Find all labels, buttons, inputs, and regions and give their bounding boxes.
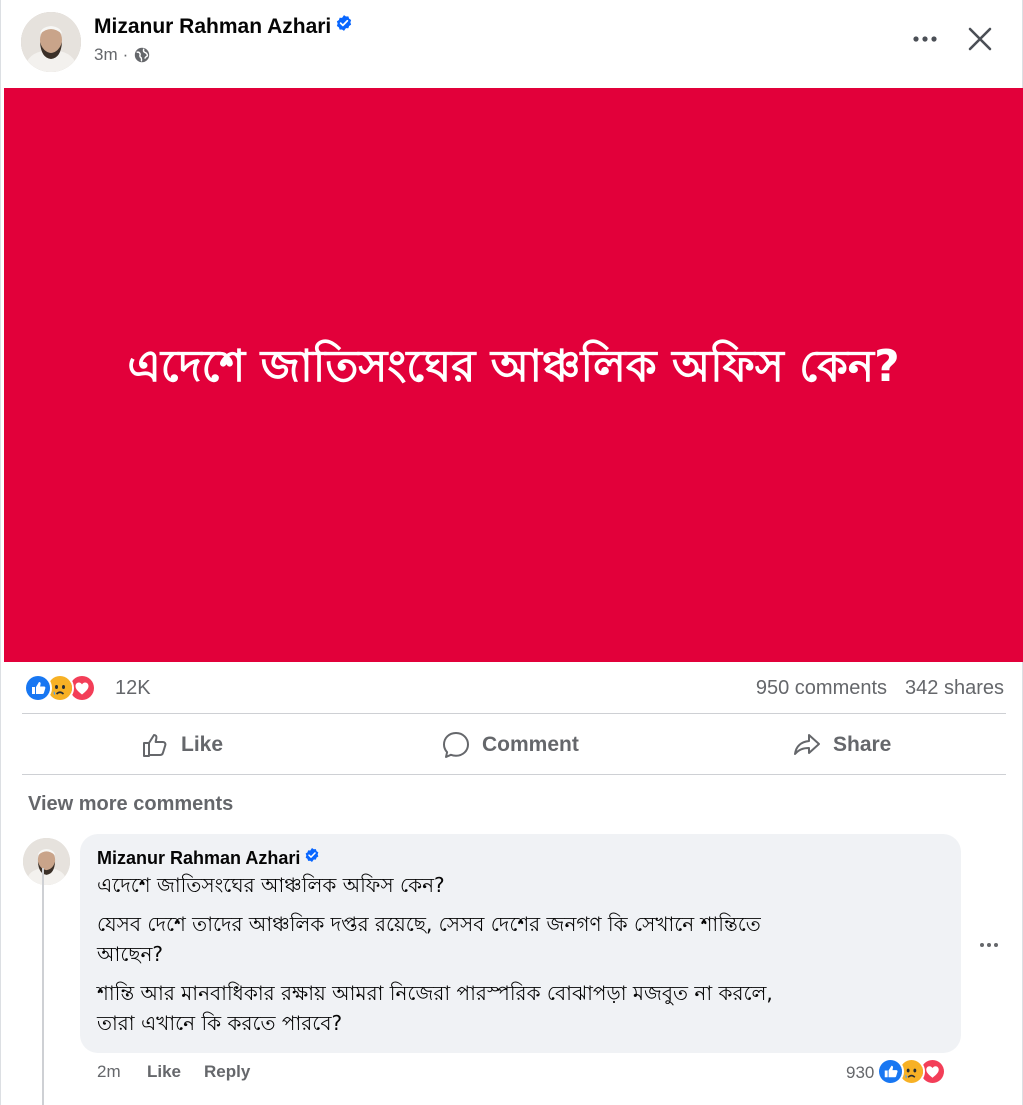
divider (22, 774, 1006, 775)
comment-button[interactable]: Comment (440, 724, 579, 766)
comment-like-button[interactable]: Like (147, 1062, 181, 1082)
thumbs-up-icon (143, 734, 167, 757)
author-avatar[interactable] (21, 12, 81, 72)
like-icon (877, 1058, 904, 1085)
verified-badge-icon (306, 848, 319, 862)
post-meta: 3m · (94, 45, 151, 65)
share-arrow-icon (794, 734, 820, 755)
comment-bubble: Mizanur Rahman Azhari এদেশে জাতিসংঘের আঞ… (80, 834, 961, 1053)
verified-badge-icon (337, 15, 352, 31)
reaction-count[interactable]: 12K (115, 677, 151, 700)
like-icon (24, 674, 52, 702)
thread-line (42, 868, 44, 1105)
comment-text-line: আছেন? (97, 942, 164, 966)
comment-author-avatar[interactable] (23, 838, 70, 885)
comment-text-line: এদেশে জাতিসংঘের আঞ্চলিক অফিস কেন? (97, 873, 445, 897)
post-image[interactable]: এদেশে জাতিসংঘের আঞ্চলিক অফিস কেন? (4, 88, 1023, 662)
globe-icon (135, 47, 150, 63)
more-dots-icon (913, 36, 937, 42)
comment-more-options-button[interactable] (973, 930, 1005, 960)
comment-text-line: তারা এখানে কি করতে পারবে? (97, 1011, 343, 1035)
close-button[interactable] (961, 20, 999, 58)
share-label: Share (833, 733, 892, 756)
more-options-button[interactable] (906, 22, 944, 56)
meta-separator: · (122, 45, 129, 64)
share-button[interactable]: Share (791, 724, 891, 766)
comment-reaction-summary[interactable] (877, 1058, 946, 1085)
like-label: Like (181, 733, 224, 756)
engagement-counts: 950 comments 342 shares (756, 677, 1004, 700)
post-modal: Mizanur Rahman Azhari 3m · এদেশে জাতিসংঘ… (0, 0, 1023, 1105)
post-image-text: এদেশে জাতিসংঘের আঞ্চলিক অফিস কেন? (127, 340, 900, 392)
comment-label: Comment (482, 733, 579, 756)
divider (22, 713, 1006, 714)
reaction-summary[interactable] (24, 674, 96, 702)
comment-time[interactable]: 2m (97, 1062, 121, 1082)
comment-reply-button[interactable]: Reply (204, 1062, 250, 1082)
post-time[interactable]: 3m (94, 45, 118, 65)
like-button[interactable]: Like (139, 724, 223, 766)
comment-text-line: যেসব দেশে তাদের আঞ্চলিক দপ্তর রয়েছে, সে… (97, 912, 761, 936)
comment-reaction-count[interactable]: 930 (846, 1063, 874, 1083)
comments-count[interactable]: 950 comments (756, 677, 887, 700)
comment-author[interactable]: Mizanur Rahman Azhari (97, 846, 944, 870)
view-more-comments-link[interactable]: View more comments (28, 793, 233, 816)
comment-text-line: শান্তি আর মানবাধিকার রক্ষায় আমরা নিজেরা… (97, 981, 773, 1005)
shares-count[interactable]: 342 shares (905, 677, 1004, 700)
author-name[interactable]: Mizanur Rahman Azhari (94, 14, 353, 39)
comment-bubble-icon (443, 732, 469, 758)
more-dots-icon (980, 943, 998, 947)
close-icon (968, 27, 992, 51)
